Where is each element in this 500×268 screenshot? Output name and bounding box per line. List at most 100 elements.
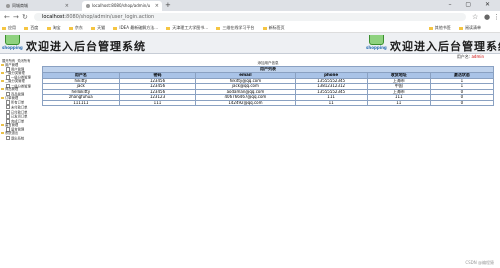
- browser-tab-bar: 同城商城 × localhost:8080/shop/admin/u × + –…: [0, 0, 500, 11]
- nav-label: 已发货订单: [11, 114, 28, 119]
- folder-icon: [1, 123, 4, 126]
- url-path: :8080/shop/admin/user_login.action: [64, 14, 155, 20]
- bookmark-item[interactable]: 新标签页: [262, 23, 285, 32]
- cart-icon: [369, 35, 384, 45]
- nav-label: 已付款订单: [11, 109, 28, 114]
- table-cell: 111111: [42, 99, 120, 106]
- apps-icon: [2, 26, 6, 30]
- bookmark-item[interactable]: 天猫: [91, 23, 105, 32]
- folder-icon: [1, 96, 4, 99]
- bookmark-item[interactable]: 京东: [68, 23, 83, 32]
- bookmark-label: 淘宝: [52, 25, 61, 30]
- folder-icon: [1, 71, 4, 74]
- bookmark-item[interactable]: 三维在线学习平台: [216, 23, 254, 32]
- folder-icon: [1, 88, 4, 91]
- nav-tree: 用户管理 用户管理 一级分类管理 一级分类管理 二级分类管理 二级分类管理 商品管理 商品管理…: [0, 62, 36, 141]
- collapse-all-link[interactable]: 关闭所有: [17, 59, 30, 63]
- bookmark-item[interactable]: 淘宝: [46, 23, 61, 32]
- bookmark-icon: [262, 26, 267, 30]
- bookmark-label: 三维在线学习平台: [222, 25, 255, 30]
- user-info-bar: 用户名: admin: [0, 54, 500, 60]
- close-tab-icon[interactable]: ×: [155, 1, 159, 11]
- page-title: 欢迎进入后台管理系统: [26, 40, 146, 53]
- bookmark-icon: [166, 26, 171, 30]
- nav-label: 订单管理: [5, 95, 19, 100]
- tab-title: 同城商城: [12, 3, 28, 8]
- table-row[interactable]: 111111 111 142492@qq.com 11 11 0: [42, 99, 495, 106]
- bookmark-label: 新标签页: [268, 25, 285, 30]
- table-cell: 11: [294, 99, 368, 106]
- bookmark-apps[interactable]: 应用: [2, 23, 16, 32]
- admin-header: shopping 欢迎进入后台管理系统 shopping 欢迎进入后台管理系统: [0, 33, 500, 54]
- bookmark-icon: [91, 26, 96, 30]
- nav-label: 二级分类管理: [5, 79, 25, 83]
- bookmark-other[interactable]: 其他书签: [428, 23, 451, 32]
- reload-icon[interactable]: ↻: [22, 11, 28, 23]
- sidebar-nav: 展开所有 关闭所有 用户管理 用户管理 一级分类管理 一级分类管理 二级分类管理 二级分类管…: [0, 59, 36, 175]
- nav-label: 留言管理: [5, 122, 19, 127]
- watermark: CSDN @编程猿: [465, 260, 494, 265]
- nav-label: 系统退出: [5, 131, 19, 135]
- nav-label: 所有订单: [11, 100, 25, 105]
- nav-label: 一级分类管理: [5, 70, 25, 75]
- shop-logo: shopping: [366, 35, 387, 52]
- folder-icon: [1, 80, 4, 82]
- user-table-area: 添加用户信息 用户列表 用户名 密码 email phone 收货地址 激活状态…: [42, 61, 495, 106]
- bookmark-item[interactable]: 天津理工大学图书...: [166, 23, 208, 32]
- username-label: 用户名:: [456, 54, 471, 59]
- bookmark-label: 应用: [8, 25, 16, 30]
- bookmark-item[interactable]: 百度: [24, 23, 38, 32]
- logo-text: shopping: [2, 45, 23, 50]
- nav-item[interactable]: 退出系统: [0, 135, 36, 141]
- bookmark-reading-list[interactable]: 阅读清单: [459, 23, 481, 32]
- bookmark-icon: [46, 26, 51, 30]
- page-icon: [6, 135, 10, 140]
- forward-icon[interactable]: →: [13, 11, 19, 23]
- table-cell: 142492@qq.com: [195, 99, 296, 106]
- reading-list-icon: [459, 26, 463, 30]
- bookmark-label: 天津理工大学图书...: [172, 25, 209, 30]
- bookmark-label: IDEA 最新破解方法...: [119, 25, 159, 30]
- shop-logo: shopping: [2, 35, 23, 52]
- logo-text: shopping: [366, 45, 387, 50]
- page-title-right: 欢迎进入后台管理系统: [390, 40, 500, 53]
- bookmark-label: 百度: [30, 25, 39, 30]
- username-value: admin: [471, 54, 484, 59]
- url-input[interactable]: localhost:8080/shop/admin/user_login.act…: [34, 13, 466, 21]
- star-icon[interactable]: ☆: [472, 11, 478, 23]
- favicon-icon: [6, 4, 10, 8]
- bookmark-label: 京东: [74, 25, 83, 30]
- bookmark-icon: [216, 26, 221, 30]
- nav-label: 商品管理: [5, 87, 19, 92]
- menu-icon[interactable]: ⋮: [493, 11, 500, 23]
- nav-label: 用户管理: [5, 62, 19, 67]
- cart-icon: [5, 35, 20, 45]
- bookmarks-bar: 应用 百度 淘宝 京东 天猫 IDEA 最新破解方法... 天津理工大学图书..…: [0, 23, 500, 33]
- table-cell: 111: [118, 99, 197, 106]
- nav-label: 退出系统: [11, 135, 25, 140]
- bookmark-icon: [24, 26, 29, 30]
- table-cell: 11: [366, 99, 431, 106]
- table-cell: 0: [429, 99, 495, 106]
- table-body: hikitty 123456 hikitty@qq.com 13555552345 上海…: [42, 77, 495, 106]
- nav-label: 未付款订单: [11, 105, 28, 109]
- bookmark-label: 其他书签: [434, 25, 451, 30]
- bookmark-icon: [68, 26, 73, 30]
- folder-icon: [1, 63, 4, 66]
- user-table: 用户列表 用户名 密码 email phone 收货地址 激活状态 hikitt…: [42, 66, 495, 106]
- close-tab-icon[interactable]: ×: [65, 1, 69, 11]
- profile-icon[interactable]: ●: [484, 11, 490, 23]
- folder-icon: [428, 26, 433, 30]
- browser-tab-admin[interactable]: localhost:8080/shop/admin/u ×: [82, 1, 162, 11]
- browser-tab-shop[interactable]: 同城商城 ×: [2, 1, 72, 11]
- folder-icon: [1, 132, 4, 134]
- favicon-icon: [86, 4, 90, 8]
- bookmark-item[interactable]: IDEA 最新破解方法...: [113, 23, 158, 32]
- bookmark-label: 阅读清单: [465, 25, 481, 30]
- window-controls[interactable]: – ▢ ✕: [448, 0, 496, 10]
- back-icon[interactable]: ←: [4, 11, 10, 23]
- tab-title: localhost:8080/shop/admin/u: [92, 3, 151, 8]
- new-tab-button[interactable]: +: [165, 1, 171, 10]
- bookmark-icon: [113, 26, 118, 30]
- url-host: localhost: [42, 14, 65, 20]
